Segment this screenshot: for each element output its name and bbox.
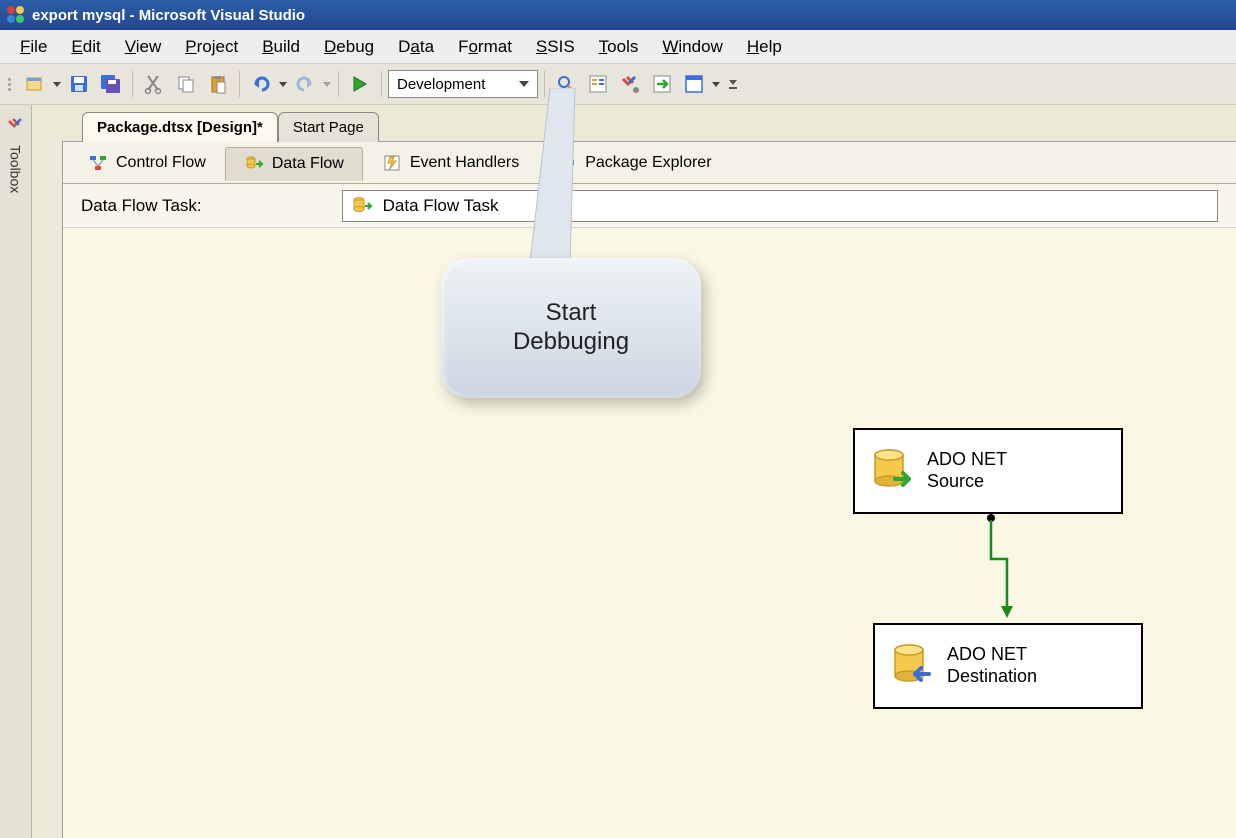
start-debugging-button[interactable] — [345, 69, 375, 99]
node-ado-net-destination[interactable]: ADO NET Destination — [873, 623, 1143, 709]
tab-package-explorer[interactable]: Package Explorer — [538, 146, 730, 180]
data-flow-task-label: Data Flow Task: — [81, 196, 202, 216]
callout-start-debugging: Start Debbuging — [441, 258, 701, 398]
paste-button[interactable] — [203, 69, 233, 99]
copy-button[interactable] — [171, 69, 201, 99]
toolbox-panel[interactable]: Toolbox — [0, 105, 32, 838]
toolbar-overflow[interactable] — [727, 69, 739, 99]
undo-dropdown[interactable] — [278, 82, 288, 87]
save-button[interactable] — [64, 69, 94, 99]
solution-config-combo[interactable]: Development — [388, 70, 538, 98]
toolbox-label: Toolbox — [8, 145, 24, 193]
find-button[interactable] — [551, 69, 581, 99]
start-page-button[interactable] — [647, 69, 677, 99]
database-destination-icon — [891, 644, 931, 688]
data-flow-canvas[interactable]: Start Debbuging — [63, 228, 1236, 838]
menu-file[interactable]: File — [20, 37, 47, 57]
tab-control-flow[interactable]: Control Flow — [69, 146, 225, 180]
data-flow-task-row: Data Flow Task: Data Flow Task — [63, 184, 1236, 228]
menu-view[interactable]: View — [125, 37, 162, 57]
vs-logo-icon — [6, 5, 26, 25]
redo-dropdown[interactable] — [322, 82, 332, 87]
menu-build[interactable]: Build — [262, 37, 300, 57]
tab-data-flow[interactable]: Data Flow — [225, 147, 363, 181]
designer-tabs: Control Flow Data Flow Event Handlers — [63, 142, 1236, 184]
menu-help[interactable]: Help — [747, 37, 782, 57]
menu-debug[interactable]: Debug — [324, 37, 374, 57]
chevron-down-icon — [515, 75, 533, 93]
menu-bar: File Edit View Project Build Debug Data … — [0, 30, 1236, 64]
properties-button[interactable] — [583, 69, 613, 99]
window-layout-button[interactable] — [679, 69, 709, 99]
toolbox-pin-icon[interactable] — [5, 115, 27, 137]
save-all-button[interactable] — [96, 69, 126, 99]
new-project-button[interactable] — [20, 69, 50, 99]
menu-project[interactable]: Project — [185, 37, 238, 57]
connector-arrow[interactable] — [983, 514, 1013, 624]
database-source-icon — [871, 449, 911, 493]
data-flow-task-combo[interactable]: Data Flow Task — [342, 190, 1218, 222]
cut-button[interactable] — [139, 69, 169, 99]
control-flow-icon — [88, 153, 108, 173]
solution-config-value: Development — [397, 76, 485, 93]
redo-button[interactable] — [290, 69, 320, 99]
data-flow-task-icon — [351, 195, 373, 217]
menu-edit[interactable]: Edit — [71, 37, 100, 57]
event-handlers-icon — [382, 153, 402, 173]
menu-tools[interactable]: Tools — [599, 37, 639, 57]
menu-data[interactable]: Data — [398, 37, 434, 57]
title-bar: export mysql - Microsoft Visual Studio — [0, 0, 1236, 30]
undo-button[interactable] — [246, 69, 276, 99]
tab-start-page[interactable]: Start Page — [278, 112, 379, 142]
new-project-dropdown[interactable] — [52, 82, 62, 87]
toolbar: Development — [0, 64, 1236, 105]
document-tabs: Package.dtsx [Design]* Start Page — [32, 105, 1236, 141]
menu-format[interactable]: Format — [458, 37, 512, 57]
tab-event-handlers[interactable]: Event Handlers — [363, 146, 538, 180]
data-flow-task-value: Data Flow Task — [383, 196, 499, 216]
window-layout-dropdown[interactable] — [711, 82, 721, 87]
menu-ssis[interactable]: SSIS — [536, 37, 575, 57]
node-ado-net-source[interactable]: ADO NET Source — [853, 428, 1123, 514]
window-title: export mysql - Microsoft Visual Studio — [32, 7, 305, 24]
data-flow-icon — [244, 154, 264, 174]
toolbar-grip[interactable] — [6, 69, 14, 99]
toolbox-button[interactable] — [615, 69, 645, 99]
tab-package-dtsx[interactable]: Package.dtsx [Design]* — [82, 112, 278, 142]
menu-window[interactable]: Window — [662, 37, 722, 57]
package-explorer-icon — [557, 153, 577, 173]
